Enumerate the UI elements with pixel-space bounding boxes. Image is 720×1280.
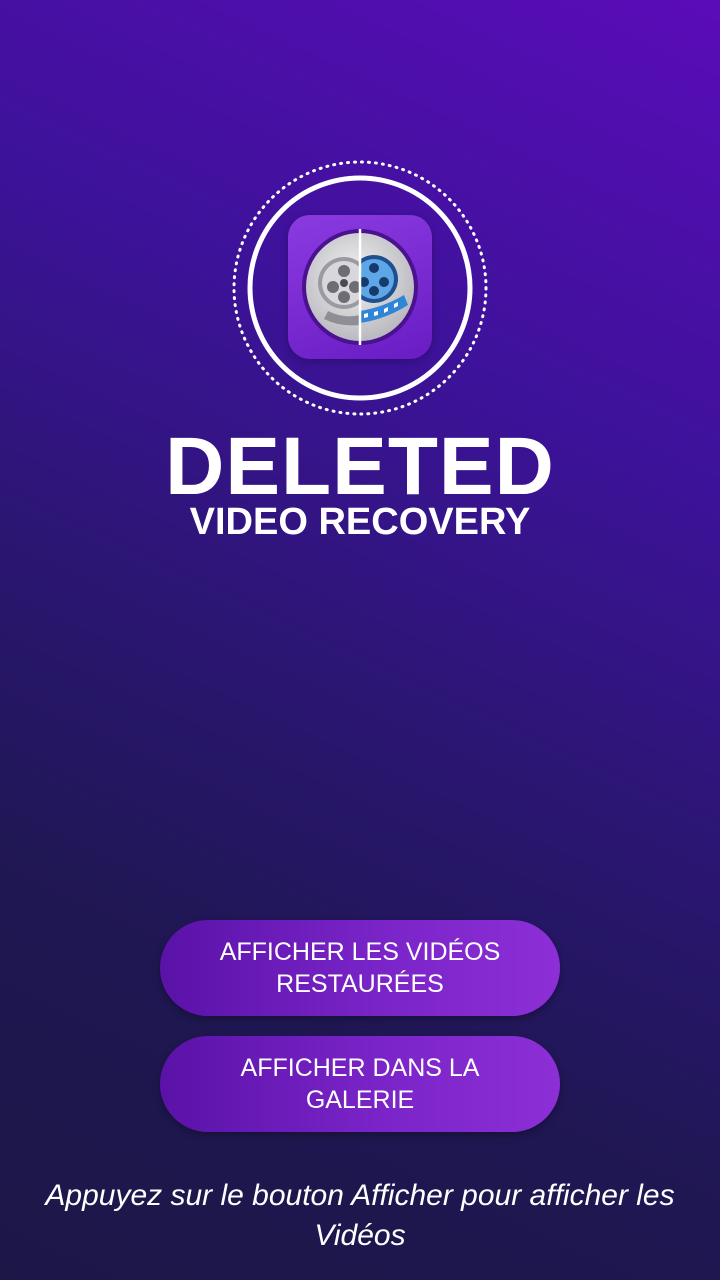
view-in-gallery-label: AFFICHER DANS LA GALERIE (240, 1054, 480, 1114)
brand-subtitle: VIDEO RECOVERY (189, 501, 531, 543)
view-restored-videos-label: AFFICHER LES VIDÉOS RESTAURÉES (219, 938, 501, 998)
film-reel-recovery-icon (288, 215, 432, 359)
app-logo (230, 158, 490, 418)
view-restored-videos-button[interactable]: AFFICHER LES VIDÉOS RESTAURÉES (160, 920, 560, 1016)
hint-text: Appuyez sur le bouton Afficher pour affi… (45, 1179, 675, 1252)
view-in-gallery-button[interactable]: AFFICHER DANS LA GALERIE (160, 1036, 560, 1132)
